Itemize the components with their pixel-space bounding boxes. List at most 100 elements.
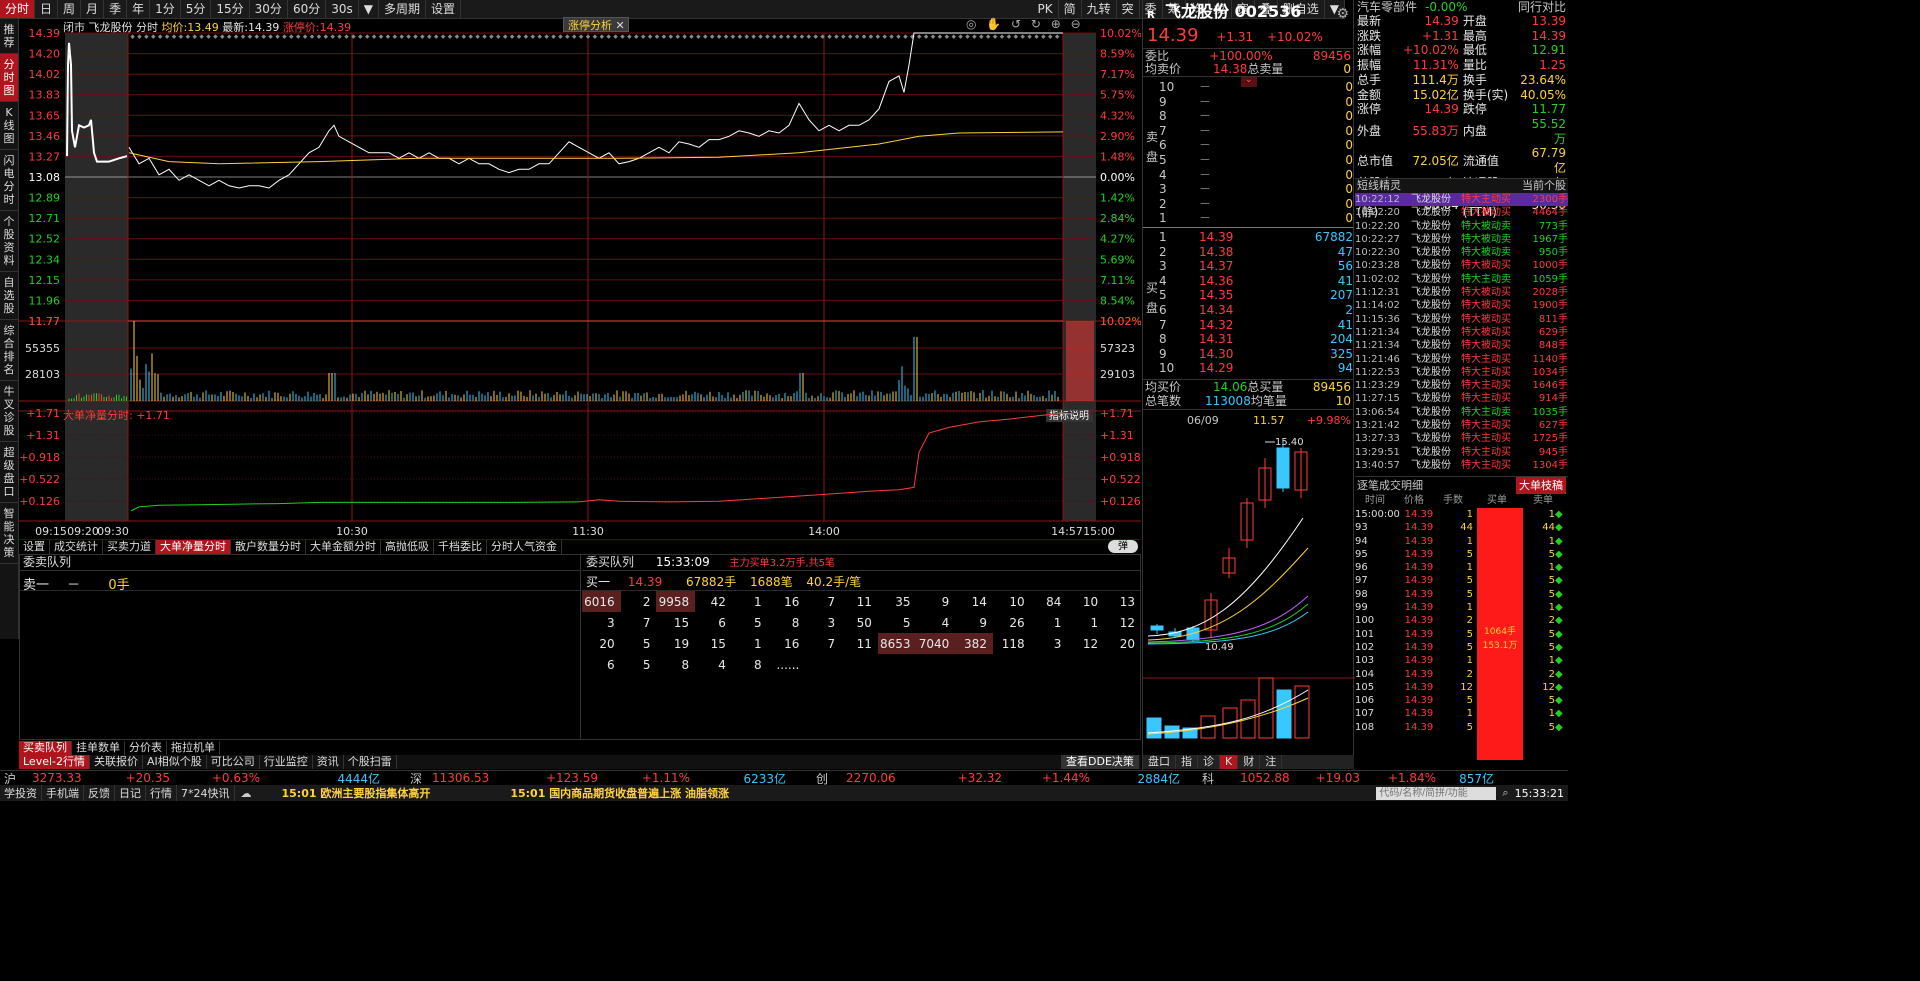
mini-kline[interactable]: 06/09 11.57 +9.98% 15.40 10.49 bbox=[1143, 409, 1355, 749]
dxjl-row[interactable]: 13:21:42 飞龙股份 特大主动买 627手 bbox=[1355, 419, 1568, 432]
cloud-icon[interactable]: ☁ bbox=[241, 787, 252, 800]
buy-level-row[interactable]: 1 14.39 67882 bbox=[1159, 230, 1353, 245]
search-icon[interactable]: ⌕ bbox=[1502, 786, 1508, 800]
sell-level-row[interactable]: 10 － 0 bbox=[1159, 80, 1353, 95]
period-tab-8[interactable]: 15分 bbox=[211, 0, 250, 18]
dxjl-row[interactable]: 10:22:12 飞龙股份 特大主动买 2300手 bbox=[1355, 193, 1568, 207]
tool-button-2[interactable]: 九转 bbox=[1082, 0, 1117, 18]
buy-level-row[interactable]: 2 14.38 47 bbox=[1159, 245, 1353, 260]
left-tab-0[interactable]: 推荐 bbox=[0, 19, 18, 54]
dxjl-row[interactable]: 11:27:15 飞龙股份 特大主动买 914手 bbox=[1355, 392, 1568, 405]
buy-level-row[interactable]: 7 14.32 41 bbox=[1159, 318, 1353, 333]
dxjl-row[interactable]: 13:40:57 飞龙股份 特大主动买 1304手 bbox=[1355, 459, 1568, 472]
mini-tab-1[interactable]: 指 bbox=[1176, 755, 1198, 769]
dxjl-row[interactable]: 13:27:33 飞龙股份 特大主动买 1725手 bbox=[1355, 432, 1568, 445]
sell-level-row[interactable]: 7 － 0 bbox=[1159, 124, 1353, 139]
dxjl-row[interactable]: 11:14:02 飞龙股份 特大被动买 1900手 bbox=[1355, 299, 1568, 312]
indicator-tab-4[interactable]: 散户数量分时 bbox=[231, 539, 306, 555]
level2-tab-2[interactable]: AI相似个股 bbox=[143, 755, 207, 769]
buy-level-row[interactable]: 6 14.34 2 bbox=[1159, 303, 1353, 318]
news-ticker-2[interactable]: 15:01 国内商品期货收盘普遍上涨 油脂领涨 bbox=[510, 785, 729, 801]
dxjl-row[interactable]: 11:23:29 飞龙股份 特大主动买 1646手 bbox=[1355, 379, 1568, 392]
left-tab-6[interactable]: 综合排名 bbox=[0, 320, 18, 381]
close-icon[interactable]: ✕ bbox=[616, 19, 625, 32]
dxjl-filter[interactable]: 当前个股 bbox=[1522, 179, 1566, 193]
dxjl-row[interactable]: 13:06:54 飞龙股份 特大主动卖 1035手 bbox=[1355, 406, 1568, 419]
dxjl-row[interactable]: 11:02:02 飞龙股份 特大主动卖 1059手 bbox=[1355, 273, 1568, 286]
period-tab-12[interactable]: ▼ bbox=[359, 0, 379, 18]
sell-level-row[interactable]: 4 － 0 bbox=[1159, 168, 1353, 183]
period-tab-2[interactable]: 周 bbox=[58, 0, 82, 18]
dxjl-row[interactable]: 11:21:34 飞龙股份 特大被动买 848手 bbox=[1355, 339, 1568, 352]
dxjl-row[interactable]: 11:22:53 飞龙股份 特大主动买 1034手 bbox=[1355, 366, 1568, 379]
indicator-tab-1[interactable]: 成交统计 bbox=[50, 539, 103, 555]
left-tab-5[interactable]: 自选股 bbox=[0, 272, 18, 320]
news-ticker-1[interactable]: 15:01 欧洲主要股指集体高开 bbox=[282, 785, 431, 801]
sh-label[interactable]: 沪 bbox=[0, 770, 20, 787]
left-tab-9[interactable]: 智能决策 bbox=[0, 503, 18, 564]
footer-link-5[interactable]: 7*24快讯 bbox=[177, 785, 235, 801]
dxjl-row[interactable]: 10:22:20 飞龙股份 特大被动买 4464手 bbox=[1355, 206, 1568, 219]
level2-tab-3[interactable]: 可比公司 bbox=[207, 755, 260, 769]
footer-link-1[interactable]: 手机端 bbox=[42, 785, 84, 801]
big-order-button[interactable]: 大单枝稿 bbox=[1516, 477, 1566, 494]
footer-link-0[interactable]: 学投资 bbox=[0, 785, 42, 801]
sell-level-row[interactable]: 8 － 0 bbox=[1159, 109, 1353, 124]
peer-compare[interactable]: 同行对比 bbox=[1518, 0, 1566, 14]
sell-level-row[interactable]: 6 － 0 bbox=[1159, 138, 1353, 153]
indicator-tab-5[interactable]: 大单金额分时 bbox=[306, 539, 381, 555]
indicator-tab-2[interactable]: 买卖力道 bbox=[103, 539, 156, 555]
dxjl-row[interactable]: 11:15:36 飞龙股份 特大被动买 811手 bbox=[1355, 313, 1568, 326]
period-tab-14[interactable]: 设置 bbox=[426, 0, 462, 18]
period-tab-0[interactable]: 分时 bbox=[0, 0, 36, 18]
queue-tab-3[interactable]: 拖拉机单 bbox=[167, 741, 220, 755]
period-tab-11[interactable]: 30s bbox=[326, 0, 359, 18]
queue-tab-2[interactable]: 分价表 bbox=[125, 741, 167, 755]
sector-name[interactable]: 汽车零部件 bbox=[1357, 0, 1417, 14]
sz-label[interactable]: 深 bbox=[380, 770, 428, 787]
period-tab-1[interactable]: 日 bbox=[35, 0, 59, 18]
level2-tab-4[interactable]: 行业监控 bbox=[260, 755, 313, 769]
popup-toggle[interactable]: 弹 bbox=[1108, 540, 1138, 553]
sell-level-row[interactable]: 1 － 0 bbox=[1159, 211, 1353, 226]
tool-button-3[interactable]: 突 bbox=[1117, 0, 1140, 18]
mini-tab-5[interactable]: 注 bbox=[1260, 755, 1283, 769]
period-tab-4[interactable]: 季 bbox=[104, 0, 128, 18]
dxjl-row[interactable]: 10:23:28 飞龙股份 特大被动买 1000手 bbox=[1355, 259, 1568, 272]
footer-link-4[interactable]: 行情 bbox=[146, 785, 177, 801]
level2-tab-1[interactable]: 关联报价 bbox=[90, 755, 144, 769]
left-tab-8[interactable]: 超级盘口 bbox=[0, 442, 18, 503]
search-input[interactable] bbox=[1376, 786, 1497, 800]
buy-level-row[interactable]: 10 14.29 94 bbox=[1159, 361, 1353, 376]
dxjl-row[interactable]: 11:21:34 飞龙股份 特大被动买 629手 bbox=[1355, 326, 1568, 339]
intraday-chart[interactable]: 14.39 10.02% 14.20 8.59% 14.02 7.17% 13.83 5.75… bbox=[19, 19, 1142, 538]
buy-level-row[interactable]: 5 14.35 207 bbox=[1159, 288, 1353, 303]
buy-level-row[interactable]: 3 14.37 56 bbox=[1159, 259, 1353, 274]
buy-level-row[interactable]: 9 14.30 325 bbox=[1159, 347, 1353, 362]
queue-tab-0[interactable]: 买卖队列 bbox=[19, 741, 72, 755]
level2-tab-0[interactable]: Level-2行情 bbox=[19, 755, 91, 769]
dxjl-row[interactable]: 10:22:30 飞龙股份 特大被动卖 950手 bbox=[1355, 246, 1568, 259]
indicator-tab-0[interactable]: 设置 bbox=[19, 539, 50, 555]
indicator-tab-3[interactable]: 大单净量分时 bbox=[156, 539, 231, 555]
mini-tab-4[interactable]: 财 bbox=[1238, 755, 1261, 769]
indicator-tab-8[interactable]: 分时人气资金 bbox=[487, 539, 562, 555]
dxjl-row[interactable]: 10:22:20 飞龙股份 特大被动卖 773手 bbox=[1355, 220, 1568, 233]
left-tab-2[interactable]: K线图 bbox=[0, 102, 18, 150]
dxjl-row[interactable]: 10:22:27 飞龙股份 特大被动卖 1967手 bbox=[1355, 233, 1568, 246]
sell-level-row[interactable]: 5 － 0 bbox=[1159, 153, 1353, 168]
dxjl-row[interactable]: 13:29:51 飞龙股份 特大主动买 945手 bbox=[1355, 446, 1568, 459]
left-tab-1[interactable]: 分时图 bbox=[0, 54, 18, 102]
period-tab-3[interactable]: 月 bbox=[81, 0, 105, 18]
period-tab-7[interactable]: 5分 bbox=[181, 0, 212, 18]
left-tab-3[interactable]: 闪电分时 bbox=[0, 150, 18, 211]
chart-tools[interactable]: ◎ ✋ ↺ ↻ ⊕ ⊖ bbox=[966, 17, 1084, 31]
dxjl-row[interactable]: 11:21:46 飞龙股份 特大主动买 1140手 bbox=[1355, 353, 1568, 366]
sell-level-row[interactable]: 2 － 0 bbox=[1159, 197, 1353, 212]
gear-icon[interactable]: ⚙ bbox=[1336, 2, 1349, 26]
period-tab-6[interactable]: 1分 bbox=[150, 0, 181, 18]
level2-tab-6[interactable]: 个股扫雷 bbox=[344, 755, 397, 769]
buy-level-row[interactable]: 8 14.31 204 bbox=[1159, 332, 1353, 347]
footer-link-2[interactable]: 反馈 bbox=[84, 785, 115, 801]
level2-tab-5[interactable]: 资讯 bbox=[313, 755, 344, 769]
